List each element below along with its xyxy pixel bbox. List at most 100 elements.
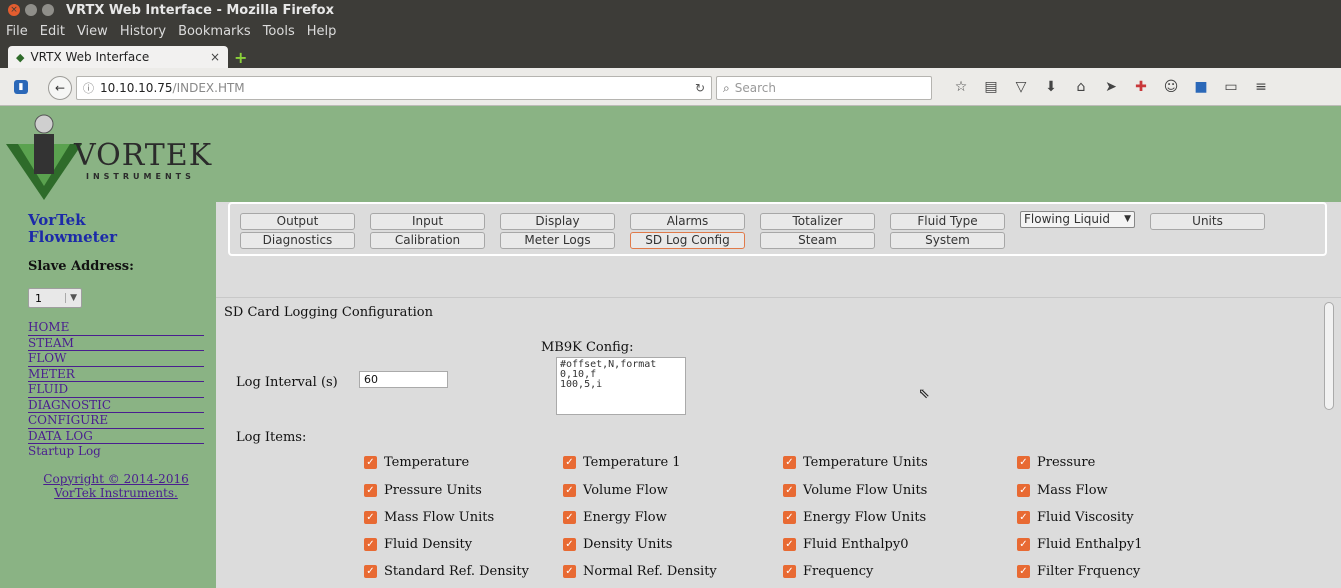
maximize-window-icon[interactable] (42, 4, 54, 16)
sidebar-link-diagnostic[interactable]: DIAGNOSTIC (28, 398, 204, 413)
menu-bookmarks[interactable]: Bookmarks (178, 24, 251, 39)
vertical-scrollbar[interactable] (1324, 302, 1334, 410)
reload-icon[interactable]: ↻ (695, 81, 705, 95)
tab-close-icon[interactable]: × (210, 50, 220, 64)
menu-hamburger-icon[interactable]: ≡ (1246, 78, 1276, 96)
checkbox-checked-icon: ✓ (563, 564, 576, 578)
copyright-link[interactable]: Copyright © 2014-2016 VorTek Instruments… (28, 472, 204, 500)
back-button[interactable]: ← (48, 76, 72, 100)
mouse-cursor-icon: ⇖ (918, 386, 930, 402)
log-item-checkbox[interactable]: ✓ Standard Ref. Density (364, 562, 529, 580)
log-item-checkbox[interactable]: ✓ Volume Flow Units (783, 481, 927, 499)
system-button[interactable]: System (890, 232, 1005, 249)
download-icon[interactable]: ⬇ (1036, 78, 1066, 96)
log-item-label: Temperature (384, 454, 470, 470)
sidebar-link-fluid[interactable]: FLUID (28, 382, 204, 398)
units-button[interactable]: Units (1150, 213, 1265, 230)
browser-tab[interactable]: ◆ VRTX Web Interface × (8, 46, 228, 68)
menu-history[interactable]: History (120, 24, 166, 39)
page-title: SD Card Logging Configuration (224, 305, 433, 320)
fluid-type-button[interactable]: Fluid Type (890, 213, 1005, 230)
log-item-checkbox[interactable]: ✓ Mass Flow Units (364, 508, 494, 526)
mb9k-config-textarea[interactable]: #offset,N,format 0,10,f 100,5,i (556, 357, 686, 415)
copyright-line1: Copyright © 2014-2016 (43, 471, 189, 486)
log-item-checkbox[interactable]: ✓ Volume Flow (563, 481, 668, 499)
log-item-checkbox[interactable]: ✓ Energy Flow Units (783, 508, 926, 526)
close-window-icon[interactable]: × (8, 4, 20, 16)
info-icon[interactable]: ⓘ (83, 80, 94, 96)
meter-logs-button[interactable]: Meter Logs (500, 232, 615, 249)
log-item-checkbox[interactable]: ✓ Pressure (1017, 453, 1095, 471)
extension-badge-icon[interactable]: ■ (1186, 78, 1216, 96)
log-item-checkbox[interactable]: ✓ Fluid Enthalpy1 (1017, 535, 1142, 553)
log-items-label: Log Items: (236, 430, 307, 445)
sd-log-config-button[interactable]: SD Log Config (630, 232, 745, 249)
logo-figure-icon (6, 114, 82, 200)
logo-wordmark: VORTEK (74, 138, 213, 173)
menu-bar: File Edit View History Bookmarks Tools H… (0, 20, 1341, 42)
checkbox-checked-icon: ✓ (1017, 483, 1030, 497)
sidebar-link-home[interactable]: HOME (28, 320, 204, 336)
log-item-label: Density Units (583, 536, 673, 552)
config-button-area: Output Input Display Alarms Totalizer Fl… (216, 202, 1341, 298)
chevron-down-icon: ▼ (1124, 214, 1131, 224)
log-item-checkbox[interactable]: ✓ Energy Flow (563, 508, 667, 526)
sidebar: VorTek Flowmeter Slave Address: 1 ▼ HOME… (0, 202, 216, 588)
checkbox-checked-icon: ✓ (364, 455, 377, 469)
alarms-button[interactable]: Alarms (630, 213, 745, 230)
log-interval-input[interactable]: 60 (359, 371, 448, 388)
addon-icon[interactable]: ▮ (14, 80, 28, 94)
home-icon[interactable]: ⌂ (1066, 78, 1096, 96)
output-button[interactable]: Output (240, 213, 355, 230)
log-item-checkbox[interactable]: ✓ Fluid Viscosity (1017, 508, 1134, 526)
new-tab-icon[interactable]: + (234, 48, 247, 67)
log-item-checkbox[interactable]: ✓ Temperature (364, 453, 469, 471)
log-item-checkbox[interactable]: ✓ Fluid Density (364, 535, 472, 553)
navigation-bar: ▮ ← ⓘ 10.10.10.75/INDEX.HTM ↻ ⌕ Search ☆… (0, 68, 1341, 106)
steam-button[interactable]: Steam (760, 232, 875, 249)
reader-view-icon[interactable]: ▤ (976, 78, 1006, 96)
log-item-label: Standard Ref. Density (384, 563, 529, 579)
menu-tools[interactable]: Tools (263, 24, 295, 39)
menu-file[interactable]: File (6, 24, 28, 39)
menu-edit[interactable]: Edit (40, 24, 65, 39)
totalizer-button[interactable]: Totalizer (760, 213, 875, 230)
log-item-checkbox[interactable]: ✓ Filter Frquency (1017, 562, 1140, 580)
log-item-checkbox[interactable]: ✓ Fluid Enthalpy0 (783, 535, 908, 553)
sidebar-link-startup-log[interactable]: Startup Log (28, 444, 204, 460)
sidebar-link-meter[interactable]: METER (28, 367, 204, 382)
input-button[interactable]: Input (370, 213, 485, 230)
log-item-checkbox[interactable]: ✓ Pressure Units (364, 481, 482, 499)
sidebar-link-configure[interactable]: CONFIGURE (28, 413, 204, 429)
fluid-type-select[interactable]: Flowing Liquid ▼ (1020, 211, 1135, 228)
log-item-checkbox[interactable]: ✓ Density Units (563, 535, 672, 553)
sidebar-link-data-log[interactable]: DATA LOG (28, 429, 204, 444)
log-item-checkbox[interactable]: ✓ Temperature 1 (563, 453, 681, 471)
send-icon[interactable]: ➤ (1096, 78, 1126, 96)
calibration-button[interactable]: Calibration (370, 232, 485, 249)
chat-icon[interactable]: ☺ (1156, 78, 1186, 96)
menu-view[interactable]: View (77, 24, 108, 39)
sidebar-title: VorTek Flowmeter (28, 212, 216, 246)
addon-red-icon[interactable]: ✚ (1126, 78, 1156, 96)
log-item-checkbox[interactable]: ✓ Mass Flow (1017, 481, 1108, 499)
log-item-label: Energy Flow Units (803, 509, 927, 525)
log-item-checkbox[interactable]: ✓ Normal Ref. Density (563, 562, 717, 580)
slave-address-select[interactable]: 1 ▼ (28, 288, 82, 308)
log-item-label: Volume Flow (583, 482, 668, 498)
sidebar-link-steam[interactable]: STEAM (28, 336, 204, 351)
bookmark-star-icon[interactable]: ☆ (946, 78, 976, 96)
diagnostics-button[interactable]: Diagnostics (240, 232, 355, 249)
search-input[interactable]: ⌕ Search (716, 76, 932, 100)
display-button[interactable]: Display (500, 213, 615, 230)
log-item-checkbox[interactable]: ✓ Temperature Units (783, 453, 928, 471)
sidebar-link-flow[interactable]: FLOW (28, 351, 204, 367)
sidebar-nav: HOME STEAM FLOW METER FLUID DIAGNOSTIC C… (28, 320, 204, 460)
pocket-icon[interactable]: ▽ (1006, 78, 1036, 96)
address-bar[interactable]: ⓘ 10.10.10.75/INDEX.HTM ↻ (76, 76, 712, 100)
menu-help[interactable]: Help (307, 24, 337, 39)
minimize-window-icon[interactable] (25, 4, 37, 16)
folder-icon[interactable]: ▭ (1216, 78, 1246, 96)
checkbox-checked-icon: ✓ (783, 510, 796, 524)
log-item-checkbox[interactable]: ✓ Frequency (783, 562, 873, 580)
